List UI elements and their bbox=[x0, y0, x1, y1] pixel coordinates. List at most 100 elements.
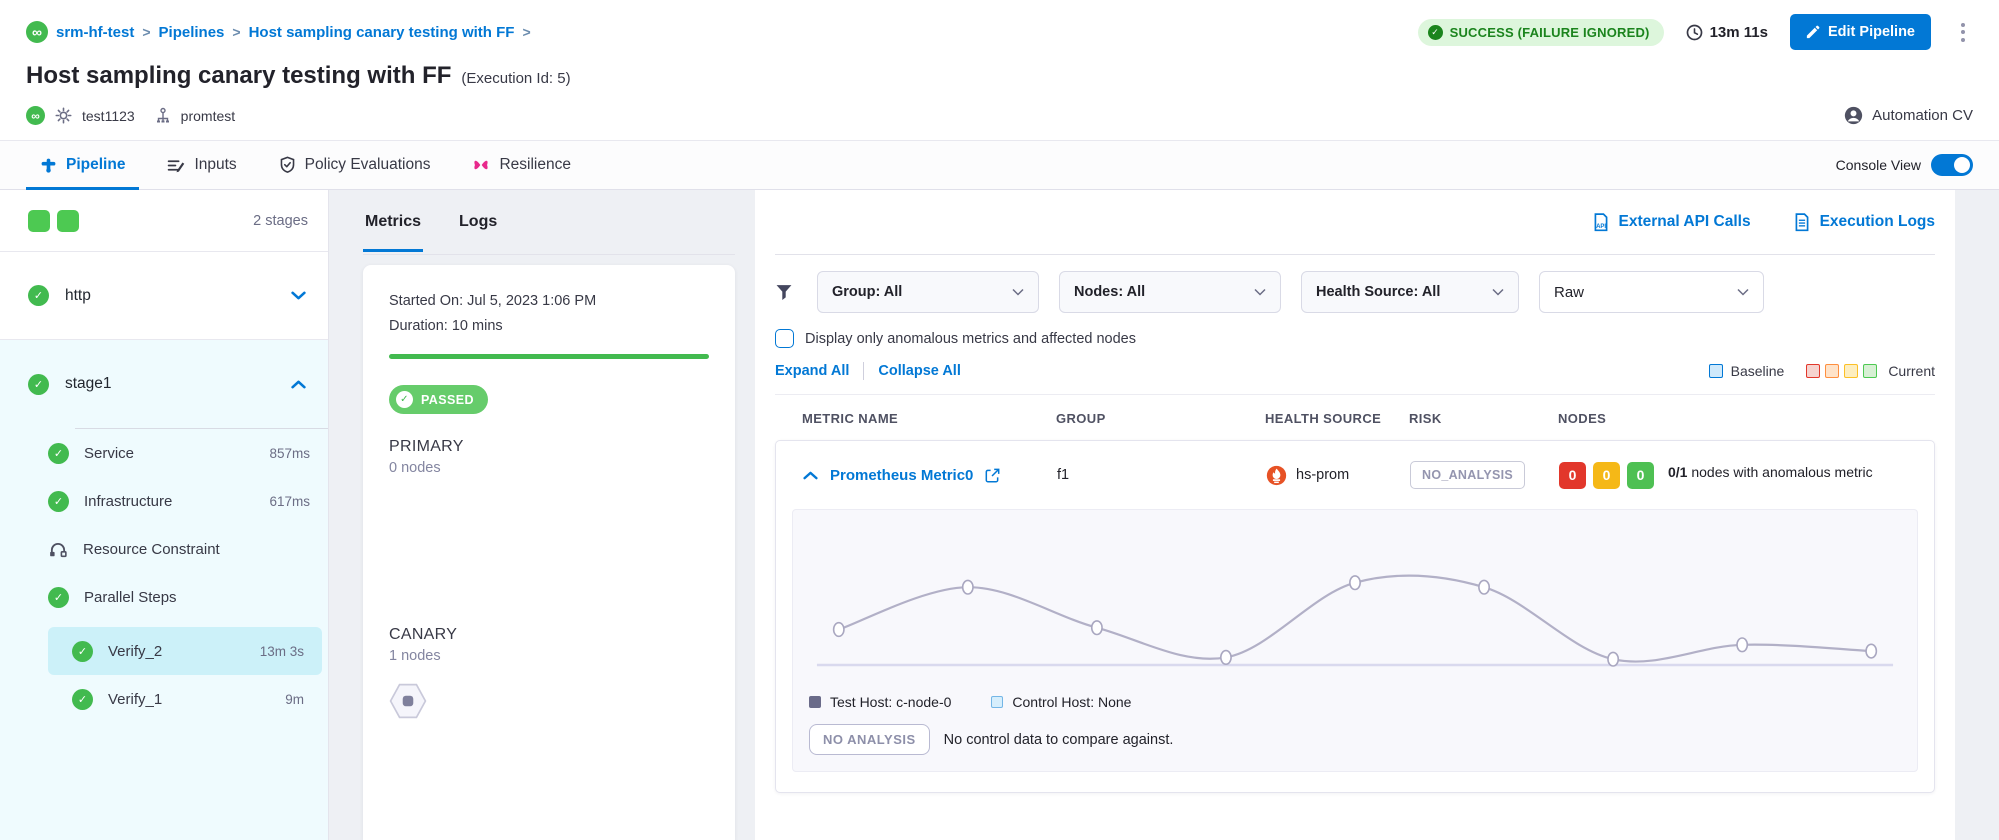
shield-check-icon bbox=[279, 156, 296, 174]
execution-duration: 13m 11s bbox=[1686, 24, 1768, 41]
execution-logs-link[interactable]: Execution Logs bbox=[1793, 213, 1935, 232]
page-title: Host sampling canary testing with FF bbox=[26, 62, 451, 90]
success-check-icon: ✓ bbox=[48, 587, 69, 608]
prometheus-icon bbox=[1266, 465, 1287, 486]
svg-text:API: API bbox=[1596, 223, 1606, 229]
external-api-calls-link[interactable]: API External API Calls bbox=[1592, 213, 1751, 232]
sidebar-stage-stage1[interactable]: ✓ stage1 bbox=[0, 340, 328, 428]
step-duration: 9m bbox=[285, 692, 304, 707]
external-link-icon[interactable] bbox=[985, 468, 1000, 483]
resilience-icon bbox=[472, 156, 490, 174]
logs-file-icon bbox=[1793, 213, 1811, 232]
chevron-down-icon bbox=[1737, 288, 1749, 296]
health-source-name: hs-prom bbox=[1296, 467, 1349, 483]
pipeline-icon bbox=[40, 157, 57, 174]
collapse-chevron-up-icon[interactable] bbox=[803, 471, 818, 480]
service-name: test1123 bbox=[82, 108, 135, 124]
breadcrumb-project[interactable]: srm-hf-test bbox=[56, 24, 134, 41]
expand-all-link[interactable]: Expand All bbox=[775, 363, 849, 379]
sidebar-stage-http[interactable]: ✓ http bbox=[0, 252, 328, 340]
sidebar-step-verify-1[interactable]: ✓ Verify_1 9m bbox=[48, 675, 322, 723]
canary-node-count: 1 nodes bbox=[389, 648, 709, 664]
page-header: ∞ srm-hf-test > Pipelines > Host samplin… bbox=[0, 0, 1999, 140]
tab-inputs[interactable]: Inputs bbox=[153, 141, 250, 189]
passed-badge: ✓ PASSED bbox=[389, 385, 488, 414]
success-check-icon: ✓ bbox=[72, 689, 93, 710]
tab-logs[interactable]: Logs bbox=[457, 193, 499, 251]
verification-progress-bar bbox=[389, 354, 709, 359]
environment-icon bbox=[155, 107, 171, 124]
primary-label: PRIMARY bbox=[389, 438, 709, 456]
status-badge: ✓ SUCCESS (FAILURE IGNORED) bbox=[1418, 19, 1664, 46]
tab-pipeline[interactable]: Pipeline bbox=[26, 141, 139, 189]
metric-group: f1 bbox=[1057, 467, 1266, 483]
success-check-icon: ✓ bbox=[28, 374, 49, 395]
kebab-menu-icon[interactable] bbox=[1953, 17, 1973, 48]
group-filter-dropdown[interactable]: Group: All bbox=[817, 271, 1039, 313]
success-check-icon: ✓ bbox=[48, 443, 69, 464]
green-count-chip: 0 bbox=[1627, 462, 1654, 489]
clock-icon bbox=[1686, 24, 1703, 41]
metric-chart-box: Test Host: c-node-0 Control Host: None N… bbox=[792, 509, 1918, 772]
metric-row: Prometheus Metric0 f1 bbox=[776, 441, 1934, 507]
canary-node-hexagon-icon[interactable] bbox=[389, 682, 427, 720]
success-check-icon: ✓ bbox=[28, 285, 49, 306]
execution-tree-sidebar: 2 stages ✓ http ✓ stage1 bbox=[0, 190, 329, 840]
breadcrumb-separator: > bbox=[522, 24, 530, 40]
resource-constraint-icon bbox=[48, 541, 68, 558]
stage-count: 2 stages bbox=[253, 213, 308, 229]
tab-metrics[interactable]: Metrics bbox=[363, 193, 423, 251]
no-analysis-note: No control data to compare against. bbox=[944, 732, 1174, 748]
chevron-down-icon[interactable] bbox=[291, 291, 306, 300]
stage-squares-icon bbox=[28, 210, 79, 232]
edit-pipeline-button[interactable]: Edit Pipeline bbox=[1790, 14, 1931, 50]
sidebar-step-infrastructure[interactable]: ✓ Infrastructure 617ms bbox=[0, 477, 328, 525]
pipeline-tabbar: Pipeline Inputs Policy Evaluations R bbox=[0, 140, 1999, 190]
canary-label: CANARY bbox=[389, 626, 709, 644]
no-analysis-badge: NO ANALYSIS bbox=[809, 724, 930, 755]
tab-policy-evaluations[interactable]: Policy Evaluations bbox=[265, 141, 445, 189]
breadcrumb-separator: > bbox=[142, 24, 150, 40]
anomalous-nodes-text: 0/1 nodes with anomalous metric bbox=[1668, 462, 1918, 482]
sidebar-step-resource-constraint[interactable]: Resource Constraint bbox=[0, 525, 328, 573]
metrics-panel: API External API Calls Execution Logs bbox=[755, 190, 1955, 840]
control-host-swatch-icon bbox=[991, 696, 1003, 708]
chevron-down-icon bbox=[1254, 288, 1266, 296]
current-red-swatch-icon bbox=[1806, 364, 1820, 378]
tab-resilience[interactable]: Resilience bbox=[458, 141, 585, 189]
step-duration: 617ms bbox=[269, 494, 310, 509]
nodes-filter-dropdown[interactable]: Nodes: All bbox=[1059, 271, 1281, 313]
harness-logo-icon: ∞ bbox=[26, 21, 48, 43]
sidebar-step-service[interactable]: ✓ Service 857ms bbox=[0, 429, 328, 477]
breadcrumb-separator: > bbox=[232, 24, 240, 40]
chart-color-legend: Baseline Current bbox=[1709, 363, 1935, 379]
amber-count-chip: 0 bbox=[1593, 462, 1620, 489]
anomalous-only-checkbox[interactable] bbox=[775, 329, 794, 348]
verify-step-tabs: Metrics Logs bbox=[363, 190, 735, 255]
pencil-icon bbox=[1806, 25, 1820, 39]
sidebar-step-verify-2[interactable]: ✓ Verify_2 13m 3s bbox=[48, 627, 322, 675]
sidebar-step-parallel-steps[interactable]: ✓ Parallel Steps bbox=[0, 573, 328, 621]
risk-badge: NO_ANALYSIS bbox=[1410, 461, 1525, 489]
console-view-toggle[interactable] bbox=[1931, 154, 1973, 176]
current-green-swatch-icon bbox=[1863, 364, 1877, 378]
baseline-swatch-icon bbox=[1709, 364, 1723, 378]
primary-node-count: 0 nodes bbox=[389, 460, 709, 476]
current-yellow-swatch-icon bbox=[1844, 364, 1858, 378]
inputs-icon bbox=[167, 157, 185, 174]
step-duration: 13m 3s bbox=[260, 644, 304, 659]
chevron-down-icon bbox=[1492, 288, 1504, 296]
breadcrumb-pipelines[interactable]: Pipelines bbox=[159, 24, 225, 41]
collapse-all-link[interactable]: Collapse All bbox=[878, 363, 960, 379]
divider bbox=[863, 362, 864, 380]
started-on: Started On: Jul 5, 2023 1:06 PM bbox=[389, 289, 709, 314]
data-mode-select[interactable]: Raw bbox=[1539, 271, 1764, 313]
filter-icon[interactable] bbox=[775, 284, 793, 301]
metric-name-link[interactable]: Prometheus Metric0 bbox=[830, 467, 973, 484]
breadcrumb-pipeline-name[interactable]: Host sampling canary testing with FF bbox=[249, 24, 515, 41]
chevron-up-icon[interactable] bbox=[291, 380, 306, 389]
health-source-filter-dropdown[interactable]: Health Source: All bbox=[1301, 271, 1519, 313]
current-orange-swatch-icon bbox=[1825, 364, 1839, 378]
red-count-chip: 0 bbox=[1559, 462, 1586, 489]
gear-icon bbox=[55, 107, 72, 124]
